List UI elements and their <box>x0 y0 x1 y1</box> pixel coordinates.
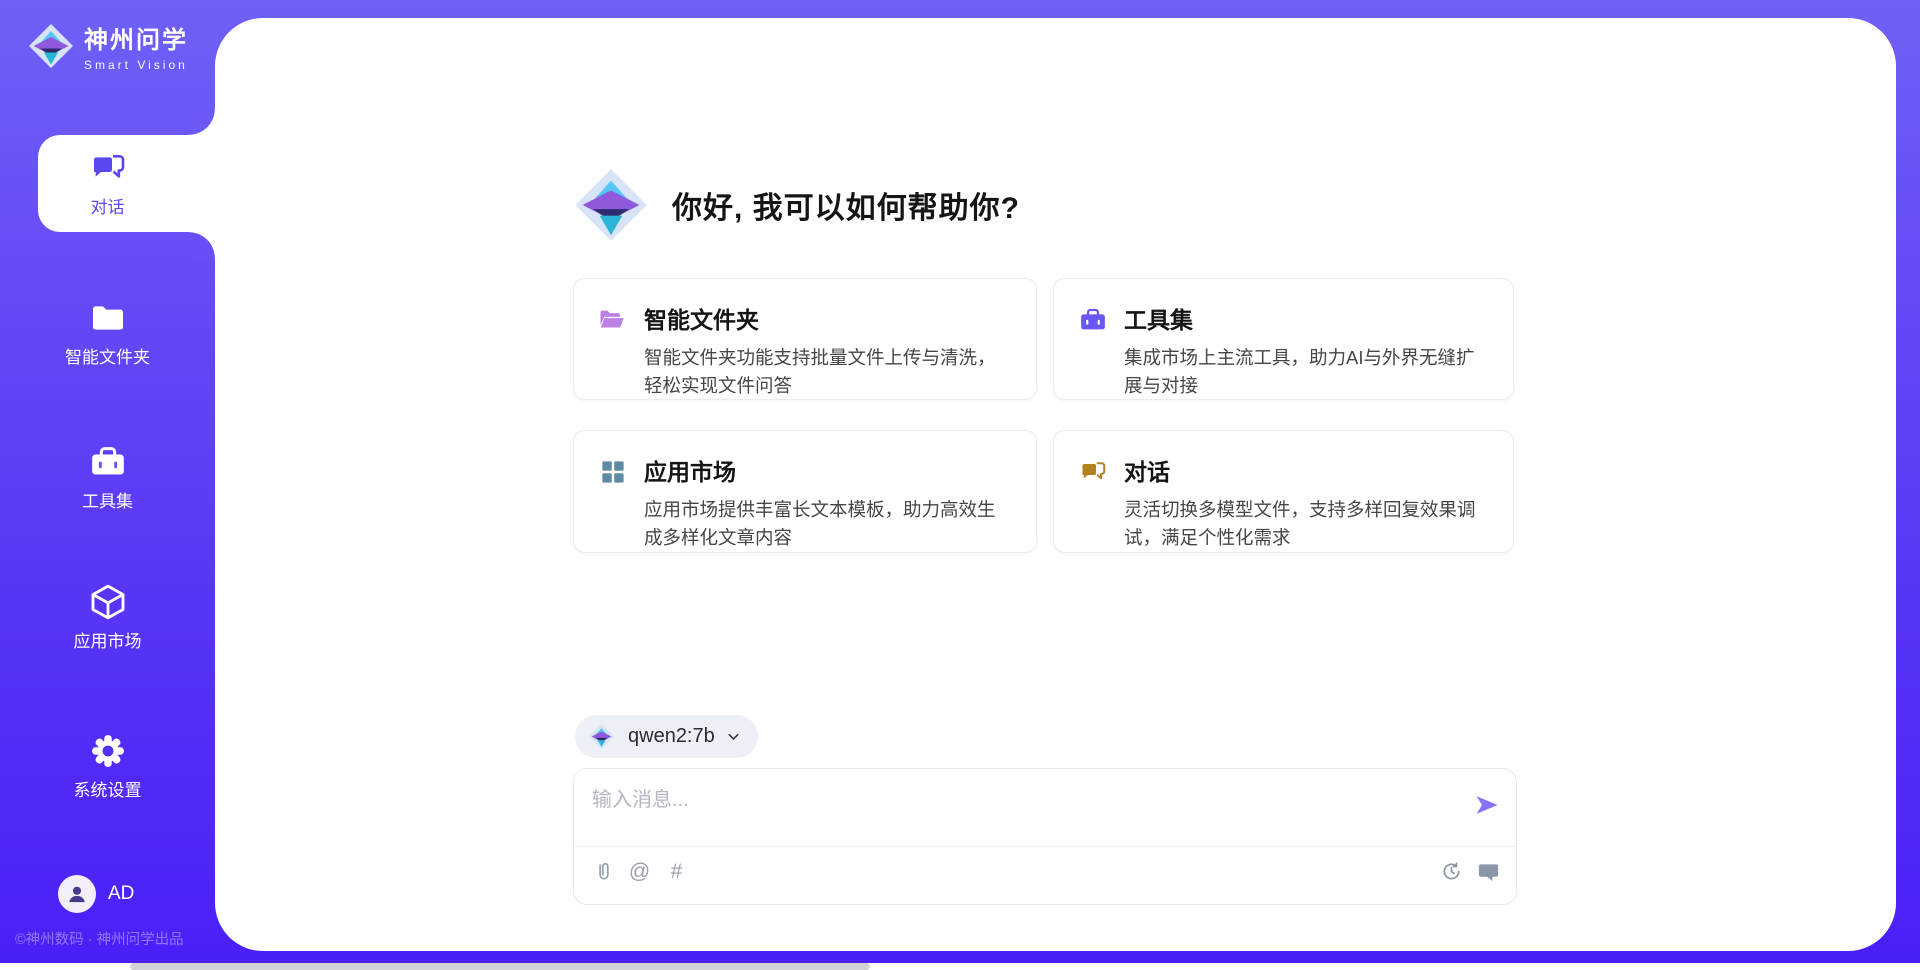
feedback-icon[interactable] <box>1477 860 1500 883</box>
main-content: 你好, 我可以如何帮助你? 智能文件夹 智能文件夹功能支持批量文件上传与清洗，轻… <box>215 18 1896 951</box>
gear-icon <box>88 731 128 771</box>
grid-icon <box>598 457 628 487</box>
user-initials: AD <box>108 883 134 905</box>
card-description: 灵活切换多模型文件，支持多样回复效果调试，满足个性化需求 <box>1124 496 1489 552</box>
app-root: 神州问学 Smart Vision 对话 智能文件夹 工具集 <box>0 0 1920 970</box>
message-composer: @ # <box>573 768 1517 905</box>
sidebar-item-label: 智能文件夹 <box>0 343 215 368</box>
message-input[interactable] <box>592 783 1452 838</box>
copyright-footer: ©神州数码 · 神州问学出品 <box>15 928 184 949</box>
diamond-logo-icon <box>572 166 650 244</box>
toolbox-icon <box>1078 305 1108 335</box>
sidebar-item-settings[interactable]: 系统设置 <box>0 731 215 801</box>
tab-fillet-bottom <box>189 232 215 258</box>
model-name: qwen2:7b <box>628 725 715 748</box>
greeting-title: 你好, 我可以如何帮助你? <box>672 183 1020 227</box>
card-app-market[interactable]: 应用市场 应用市场提供丰富长文本模板，助力高效生成多样化文章内容 <box>573 430 1037 553</box>
card-title: 工具集 <box>1124 301 1489 335</box>
card-toolset[interactable]: 工具集 集成市场上主流工具，助力AI与外界无缝扩展与对接 <box>1053 278 1514 400</box>
card-title: 对话 <box>1124 453 1489 487</box>
card-chat[interactable]: 对话 灵活切换多模型文件，支持多样回复效果调试，满足个性化需求 <box>1053 430 1514 553</box>
brand: 神州问学 Smart Vision <box>27 20 188 72</box>
attachment-icon[interactable] <box>592 860 615 883</box>
composer-divider <box>574 846 1516 847</box>
card-description: 智能文件夹功能支持批量文件上传与清洗，轻松实现文件问答 <box>644 344 1012 400</box>
sidebar-item-label: 工具集 <box>0 487 215 512</box>
card-description: 集成市场上主流工具，助力AI与外界无缝扩展与对接 <box>1124 344 1489 400</box>
chevron-down-icon <box>725 728 742 745</box>
sidebar: 神州问学 Smart Vision 对话 智能文件夹 工具集 <box>0 0 215 970</box>
avatar <box>58 875 96 913</box>
horizontal-scrollbar-thumb[interactable] <box>130 963 870 970</box>
sidebar-item-app-market[interactable]: 应用市场 <box>0 582 215 652</box>
card-description: 应用市场提供丰富长文本模板，助力高效生成多样化文章内容 <box>644 496 1012 552</box>
brand-subtitle: Smart Vision <box>84 58 188 72</box>
user-profile[interactable]: AD <box>58 875 134 913</box>
folder-icon <box>88 298 128 338</box>
folder-open-icon <box>598 305 628 335</box>
send-icon[interactable] <box>1472 791 1500 819</box>
card-smart-folder[interactable]: 智能文件夹 智能文件夹功能支持批量文件上传与清洗，轻松实现文件问答 <box>573 278 1037 400</box>
sidebar-item-label: 系统设置 <box>0 776 215 801</box>
sidebar-item-label: 应用市场 <box>0 627 215 652</box>
toolbox-icon <box>88 442 128 482</box>
cube-icon <box>88 582 128 622</box>
sidebar-item-chat[interactable]: 对话 <box>0 148 215 218</box>
chat-bubbles-icon <box>1078 457 1108 487</box>
history-icon[interactable] <box>1440 860 1463 883</box>
card-title: 智能文件夹 <box>644 301 1012 335</box>
greeting: 你好, 我可以如何帮助你? <box>572 166 1020 244</box>
sidebar-item-toolset[interactable]: 工具集 <box>0 442 215 512</box>
model-selector[interactable]: qwen2:7b <box>575 715 758 758</box>
feature-cards: 智能文件夹 智能文件夹功能支持批量文件上传与清洗，轻松实现文件问答 工具集 集成… <box>573 278 1514 553</box>
diamond-logo-icon <box>27 22 75 70</box>
person-icon <box>64 881 90 907</box>
hash-icon[interactable]: # <box>664 860 689 883</box>
brand-name: 神州问学 <box>84 20 188 55</box>
chat-bubbles-icon <box>88 148 128 188</box>
tab-fillet-top <box>189 109 215 135</box>
sidebar-item-label: 对话 <box>0 193 215 218</box>
diamond-logo-icon <box>588 723 615 750</box>
card-title: 应用市场 <box>644 453 1012 487</box>
composer-toolbar: @ # <box>592 860 1500 883</box>
sidebar-item-smart-folder[interactable]: 智能文件夹 <box>0 298 215 368</box>
mention-icon[interactable]: @ <box>627 860 652 883</box>
